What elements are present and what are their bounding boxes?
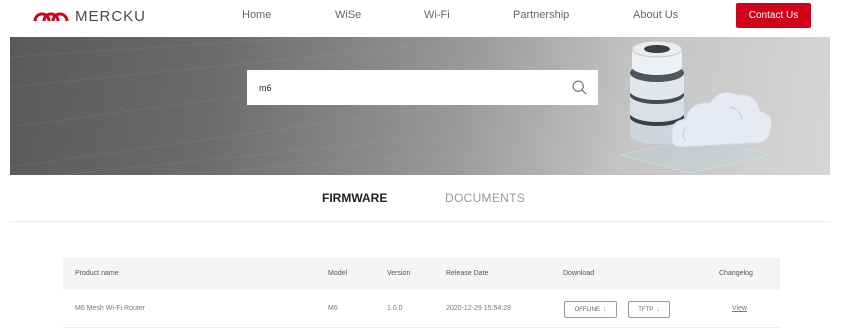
firmware-tabs: FIRMWARE DOCUMENTS [10, 175, 830, 222]
database-cloud-illustration [619, 40, 773, 174]
firmware-table: Product name Model Version Release Date … [63, 258, 780, 328]
nav-home[interactable]: Home [242, 9, 271, 21]
search-input[interactable] [259, 77, 559, 98]
mercku-logo[interactable]: MERCKU [33, 5, 146, 27]
nav-about-us[interactable]: About Us [633, 9, 678, 21]
row-version: 1.0.0 [387, 305, 403, 312]
nav-wise[interactable]: WiSe [335, 9, 361, 21]
logo-text: MERCKU [75, 7, 147, 25]
table-header: Product name Model Version Release Date … [63, 258, 780, 290]
tab-documents[interactable]: DOCUMENTS [445, 191, 525, 205]
site-header: MERCKU Home WiSe Wi-Fi Partnership About… [0, 0, 843, 34]
download-tftp-label: TFTP [638, 306, 654, 313]
download-arrow-icon: ↓ [602, 306, 607, 313]
download-offline-button[interactable]: OFFLINE ↓ [564, 301, 617, 318]
header-model: Model [328, 270, 348, 277]
search-icon[interactable] [571, 79, 588, 96]
header-download: Download [563, 270, 595, 277]
row-release-date: 2020-12-29 15:54:28 [446, 305, 511, 312]
changelog-view-link[interactable]: View [732, 305, 747, 312]
download-arrow-icon: ↓ [656, 306, 660, 313]
download-offline-label: OFFLINE [574, 306, 600, 313]
tab-firmware[interactable]: FIRMWARE [322, 191, 387, 205]
contact-us-button[interactable]: Contact Us [736, 3, 811, 28]
nav-wifi[interactable]: Wi-Fi [424, 9, 450, 21]
table-row: M6 Mesh Wi-Fi Router M6 1.0.0 2020-12-29… [63, 290, 780, 328]
header-release-date: Release Date [446, 270, 489, 277]
row-model: M6 [328, 305, 338, 312]
header-changelog: Changelog [719, 270, 753, 277]
hero-banner [10, 37, 830, 175]
download-tftp-button[interactable]: TFTP ↓ [628, 301, 670, 318]
header-version: Version [387, 270, 411, 277]
firmware-search-box [247, 70, 598, 105]
logo-mark-icon [33, 12, 69, 22]
row-product-name: M6 Mesh Wi-Fi Router [75, 305, 146, 312]
nav-partnership[interactable]: Partnership [513, 9, 569, 21]
header-product-name: Product name [75, 270, 119, 277]
